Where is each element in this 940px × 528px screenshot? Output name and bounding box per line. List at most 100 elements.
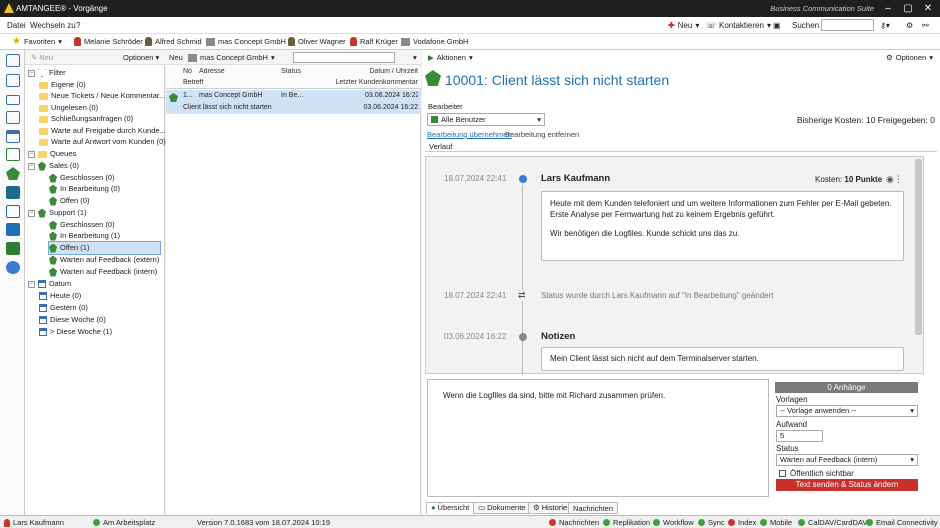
new-menu-button[interactable]: ✚ Neu ▾ [668,21,699,30]
table-row[interactable]: 1... mas Concept GmbH In Be... 03.06.202… [166,90,421,114]
col-datum[interactable]: Datum / Uhrzeit [365,68,418,75]
tab-dokumente[interactable]: ▭ Dokumente [473,502,531,514]
close-button[interactable]: ✕ [920,2,936,15]
tree-warte-antwort[interactable]: Warte auf Antwort vom Kunden (0) [39,136,173,148]
status-dot-icon [603,519,610,526]
knowledge-icon[interactable] [6,223,20,236]
actions-button[interactable]: ▶ Aktionen ▾ [428,53,473,62]
collapse-toggle[interactable]: − [28,209,35,217]
network-icon[interactable]: ⚯ [922,21,929,30]
favorite-alfred[interactable]: Alfred Schmid [145,37,202,46]
status-user[interactable]: Lars Kaufmann [4,518,64,527]
tree-sales-bearbeitung[interactable]: In Bearbeitung (0) [49,183,183,195]
favorite-ralf[interactable]: Ralf Krüger [350,37,398,46]
tree-support-bearbeitung[interactable]: In Bearbeitung (1) [49,230,183,242]
tree-filter[interactable]: − Filter [28,67,162,79]
save-icon[interactable]: ▣ [773,21,781,30]
favorite-vodafone[interactable]: Vodafone GmbH [401,37,468,46]
detail-options-button[interactable]: ⚙ Optionen ▾ [886,53,933,62]
service-replikation[interactable]: Replikation [603,518,650,527]
collapse-toggle[interactable]: − [28,280,35,288]
tree-support-offen[interactable]: Offen (1) [48,241,161,255]
eye-icon[interactable]: ◉⋮ [886,174,903,185]
status-select[interactable]: Warten auf Feedback (intern) ▾ [776,454,918,466]
tree-sales[interactable]: − Sales (0) [28,160,162,172]
col-no[interactable]: No [183,68,192,75]
aufwand-input[interactable]: 5 [776,430,823,442]
calculator-icon[interactable] [6,205,20,218]
col-adresse[interactable]: Adresse [199,68,225,75]
mail-icon[interactable] [6,95,20,105]
service-sync[interactable]: Sync [698,518,725,527]
tickets-icon[interactable] [6,242,20,255]
gear-icon: ⚙ [886,53,893,62]
attachments-bar[interactable]: 0 Anhänge [775,382,918,393]
favorite-oliver[interactable]: Oliver Wagner [288,37,346,46]
bearbeitung-entfernen-link[interactable]: Bearbeitung entfernen [505,130,579,139]
service-email[interactable]: Email Connectivity [866,518,938,527]
tasks-icon[interactable] [6,148,20,161]
bearbeiter-select[interactable]: Alle Benutzer ▾ [427,113,545,126]
col-status[interactable]: Status [281,68,301,75]
tab-nachrichten[interactable]: Nachrichten [568,502,619,514]
menu-datei[interactable]: Datei [7,21,26,30]
tree-heute[interactable]: Heute (0) [39,290,173,302]
col-letzter[interactable]: Letzter Kundenkommentar [326,79,419,86]
list-filter-dropdown[interactable]: ▾ [413,53,417,62]
settings-icon[interactable]: ⚙ [906,21,913,30]
collapse-toggle[interactable]: − [28,162,35,170]
queue-icon [49,255,57,265]
favorite-mas-concept[interactable]: mas Concept GmbH [206,37,286,46]
users-icon[interactable] [6,261,20,274]
tree-support[interactable]: − Support (1) [28,207,162,219]
oeffentlich-checkbox[interactable] [779,470,786,477]
tree-queues[interactable]: − Queues [28,148,162,160]
tree-diese-woche[interactable]: Diese Woche (0) [39,314,173,326]
contacts-icon[interactable] [6,74,20,87]
list-new-button[interactable]: Neu [169,53,183,62]
compose-editor[interactable]: Wenn die Logfiles da sind, bitte mit Ric… [427,379,769,497]
col-betreff[interactable]: Betreff [183,79,204,86]
tree-new-button[interactable]: ✎ Neu [31,53,53,62]
search-input[interactable] [821,19,874,31]
service-mobile[interactable]: Mobile [760,518,792,527]
tree-support-extern[interactable]: Warten auf Feedback (extern) ... [49,254,160,266]
tree-neue-tickets[interactable]: Neue Tickets / Neue Kommentar... [39,90,173,102]
menu-help[interactable]: ? [76,21,80,30]
tab-historie[interactable]: ⚙ Historie [528,502,573,514]
oeffentlich-checkbox-row[interactable]: Öffentlich sichtbar [779,469,854,478]
tab-uebersicht[interactable]: ● Übersicht [426,502,475,514]
service-caldav[interactable]: CalDAV/CardDAV [798,518,867,527]
service-workflow[interactable]: Workflow [653,518,694,527]
documents-icon[interactable] [6,111,20,124]
service-nachrichten[interactable]: Nachrichten [549,518,599,527]
timeline-scrollbar[interactable] [915,159,922,335]
dashboard-icon[interactable] [6,54,20,67]
send-button[interactable]: Text senden & Status ändern [776,479,918,491]
favorites-menu[interactable]: ★ Favoriten ▾ [12,36,62,46]
vorlagen-select[interactable]: -- Vorlage anwenden -- ▾ [776,405,918,417]
tree-options-button[interactable]: Optionen ▾ [123,53,159,62]
calendar-icon[interactable] [6,130,20,143]
workflow-icon[interactable] [6,167,20,180]
tree-datum[interactable]: − Datum [28,278,162,290]
minimize-button[interactable]: – [880,2,896,15]
company-filter-button[interactable]: mas Concept GmbH ▾ [188,53,275,62]
tree-gt-diese-woche[interactable]: > Diese Woche (1) [39,326,173,338]
key-icon[interactable]: ⚷▾ [880,21,890,30]
maximize-button[interactable]: ▢ [900,2,916,15]
bearbeitung-uebernehmen-link[interactable]: Bearbeitung übernehmen [427,130,512,139]
favorite-melanie[interactable]: Melanie Schröder [74,37,143,46]
tree-gestern[interactable]: Gestern (0) [39,302,173,314]
kontaktieren-button[interactable]: ☏ Kontaktieren ▾ [706,21,771,30]
projects-icon[interactable] [6,186,20,199]
tree-support-intern[interactable]: Warten auf Feedback (intern) ... [49,266,160,278]
collapse-toggle[interactable]: − [28,150,35,158]
service-index[interactable]: Index [728,518,756,527]
menu-wechseln[interactable]: Wechseln zu [30,21,76,30]
status-place[interactable]: Am Arbeitsplatz [93,518,155,527]
list-filter-input[interactable] [293,52,395,63]
tree-sales-offen[interactable]: Offen (0) [49,195,183,207]
tree-schliessung[interactable]: Schließungsanfragen (0) [39,113,173,125]
collapse-toggle[interactable]: − [28,69,35,77]
